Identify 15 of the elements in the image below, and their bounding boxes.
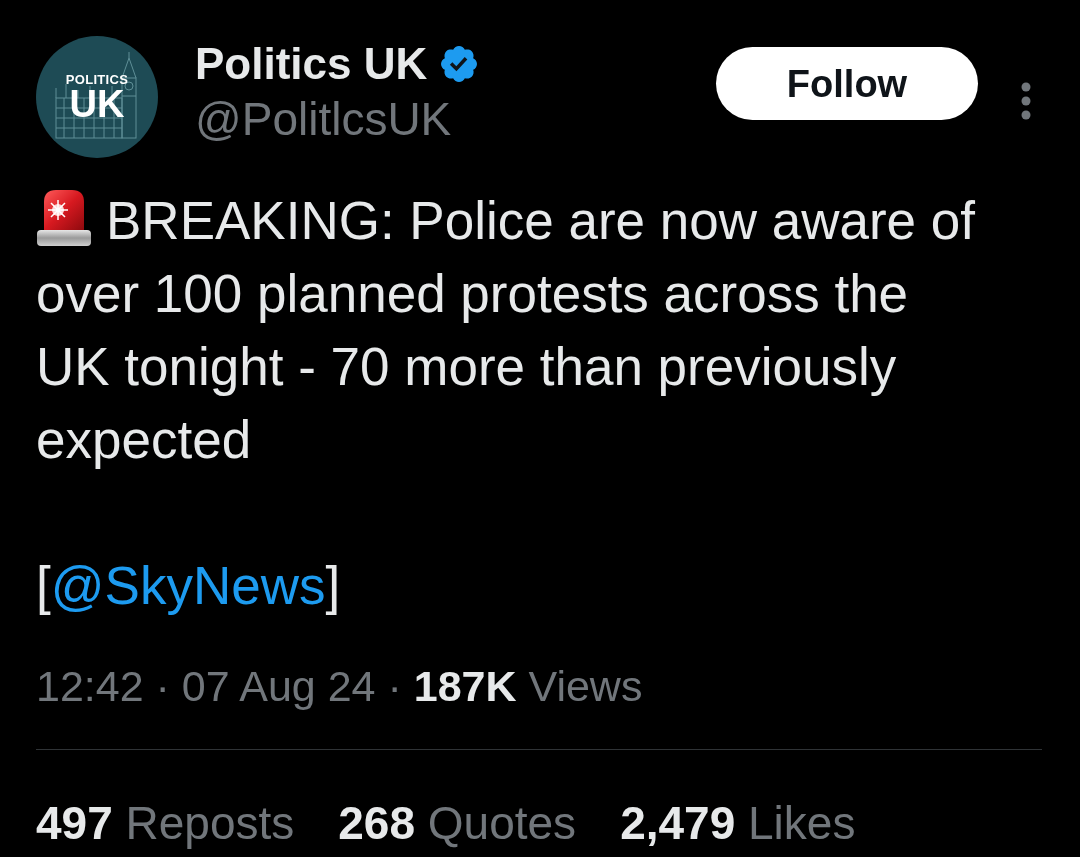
- avatar[interactable]: POLITICS UK: [36, 36, 158, 158]
- stat-link[interactable]: 2,479 Likes: [620, 797, 856, 849]
- siren-icon: [36, 188, 92, 248]
- mention-link[interactable]: @SkyNews: [50, 556, 326, 615]
- logo-text: POLITICS: [65, 73, 129, 87]
- account-name[interactable]: Politics UK: [195, 38, 428, 90]
- logo-text: UK: [69, 87, 125, 121]
- follow-button[interactable]: Follow: [716, 47, 978, 120]
- more-options-icon[interactable]: [1021, 82, 1031, 120]
- source-credit: [@SkyNews]: [36, 555, 341, 617]
- stat-link[interactable]: 497 Reposts: [36, 797, 295, 849]
- account-handle[interactable]: @PolitlcsUK: [195, 92, 452, 146]
- post-text: BREAKING: Police are now aware of over 100 planned protests across the UK tonight - 70 more than previously expected: [36, 184, 991, 476]
- post-timestamp-views: 12:42 · 07 Aug 24 · 187K Views: [36, 661, 643, 711]
- stat-link[interactable]: 268 Quotes: [338, 797, 577, 849]
